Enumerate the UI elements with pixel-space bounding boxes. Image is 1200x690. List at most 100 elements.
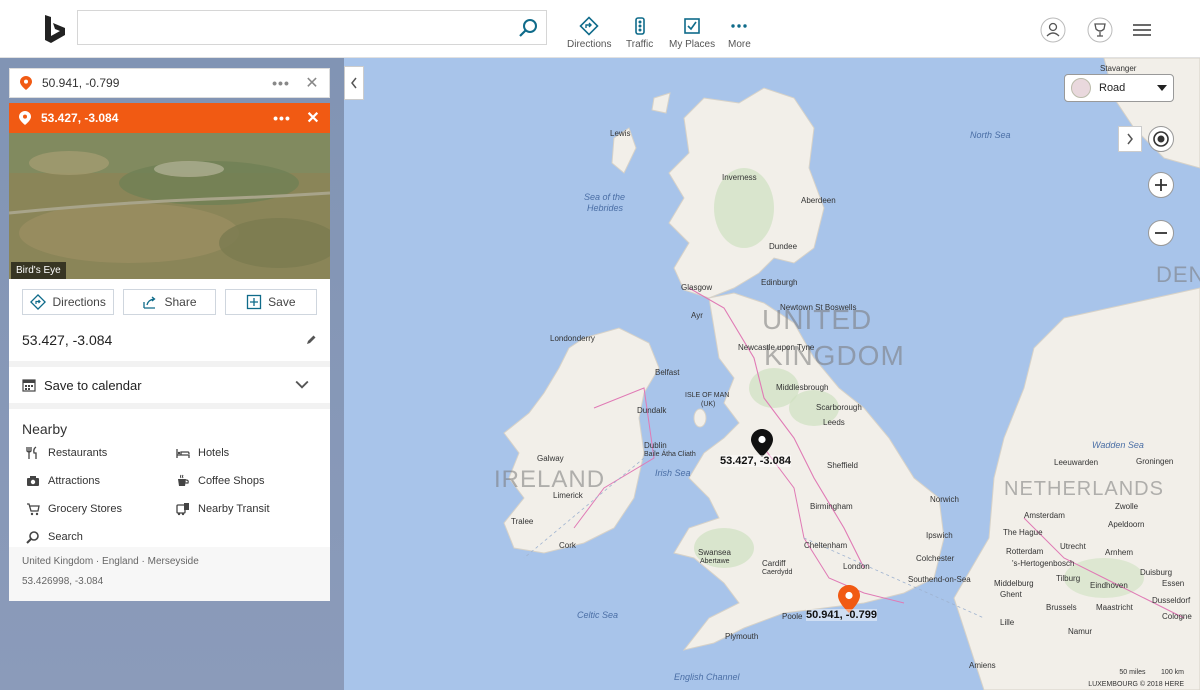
nearby-hotels[interactable]: Hotels <box>176 445 326 461</box>
city-isle-of-man-2: (UK) <box>701 401 716 408</box>
coffee-cup-icon <box>178 474 189 486</box>
city-belfast: Belfast <box>655 368 680 377</box>
city-aberdeen: Aberdeen <box>801 196 836 205</box>
top-bar: Directions Traffic My Places More <box>0 0 1200 58</box>
city-duisburg: Duisburg <box>1140 568 1173 577</box>
city-limerick: Limerick <box>553 491 583 500</box>
city-dublin-irish: Baile Átha Cliath <box>644 451 696 458</box>
city-cork: Cork <box>559 541 576 550</box>
edit-pencil-icon[interactable] <box>305 334 317 346</box>
nearby-hotels-label: Hotels <box>198 447 230 459</box>
nearby-attractions[interactable]: Attractions <box>26 473 176 489</box>
pin-entry-2[interactable]: 53.427, -3.084 ••• ✕ <box>9 103 330 133</box>
country-label-netherlands: NETHERLANDS <box>1004 478 1164 500</box>
bed-icon <box>176 449 190 458</box>
city-essen: Essen <box>1162 579 1185 588</box>
city-tralee: Tralee <box>511 517 534 526</box>
map-scale: 50 miles 100 km <box>1119 669 1184 676</box>
rewards-trophy-icon[interactable] <box>1087 17 1113 43</box>
city-scarborough: Scarborough <box>816 403 862 412</box>
map-pin-icon <box>19 111 31 125</box>
zoom-out-button[interactable] <box>1148 220 1174 246</box>
nearby-transit[interactable]: Nearby Transit <box>176 501 326 517</box>
zoom-in-button[interactable] <box>1148 172 1174 198</box>
share-icon <box>143 296 157 309</box>
city-stavanger: Stavanger <box>1100 64 1137 73</box>
search-box <box>77 10 547 45</box>
nearby-title: Nearby <box>22 421 68 437</box>
hamburger-menu-icon[interactable] <box>1129 17 1155 43</box>
save-to-calendar-row[interactable]: Save to calendar <box>9 367 330 403</box>
birds-eye-badge[interactable]: Bird's Eye <box>11 262 66 279</box>
shopping-cart-icon <box>27 503 40 516</box>
save-button[interactable]: Save <box>224 289 317 315</box>
city-norwich: Norwich <box>930 495 959 504</box>
pin-entry-1[interactable]: 50.941, -0.799 ••• ✕ <box>9 68 330 98</box>
map-canvas[interactable]: North Sea Sea of the Hebrides Irish Sea … <box>344 58 1200 690</box>
map-style-select[interactable]: Road <box>1064 74 1174 102</box>
bing-logo-icon[interactable] <box>42 14 68 44</box>
nav-traffic[interactable]: Traffic <box>626 16 653 50</box>
city-inverness: Inverness <box>722 173 757 182</box>
city-edinburgh: Edinburgh <box>761 278 798 287</box>
pin-entry-2-more-icon[interactable]: ••• <box>272 110 292 126</box>
sea-label-irish: Irish Sea <box>655 468 691 478</box>
chevron-down-icon[interactable] <box>295 378 309 392</box>
city-abertawe: Abertawe <box>700 558 730 565</box>
nearby-grocery-stores-label: Grocery Stores <box>48 503 122 515</box>
pin-entry-2-coords: 53.427, -3.084 <box>41 111 119 125</box>
city-ipswich: Ipswich <box>926 531 953 540</box>
nearby-coffee-shops[interactable]: Coffee Shops <box>176 473 326 489</box>
city-apeldoorn: Apeldoorn <box>1108 520 1145 529</box>
bus-icon <box>176 503 189 516</box>
share-button[interactable]: Share <box>123 289 216 315</box>
city-cheltenham: Cheltenham <box>804 541 848 550</box>
locate-me-button[interactable] <box>1148 126 1174 152</box>
sea-label-wadden: Wadden Sea <box>1092 440 1144 450</box>
chevron-right-icon <box>1127 133 1133 145</box>
city-glasgow: Glasgow <box>681 283 713 292</box>
city-cardiff: Cardiff <box>762 559 786 568</box>
city-maastricht: Maastricht <box>1096 603 1133 612</box>
city-s-hertogenbosch: 's-Hertogenbosch <box>1012 559 1075 568</box>
directions-button[interactable]: Directions <box>22 289 115 315</box>
city-ayr: Ayr <box>691 311 703 320</box>
city-london: London <box>843 562 870 571</box>
caret-down-icon <box>1157 85 1167 91</box>
collapse-panel-button[interactable] <box>344 66 364 100</box>
country-label-ireland: IRELAND <box>494 466 606 493</box>
birds-eye-photo[interactable]: Bird's Eye <box>9 133 330 279</box>
black-map-pin-icon[interactable] <box>751 429 773 457</box>
city-middelburg: Middelburg <box>994 579 1034 588</box>
precise-coords: 53.426998, -3.084 <box>22 576 104 587</box>
pin-entry-1-close-icon[interactable]: ✕ <box>305 73 319 93</box>
city-colchester: Colchester <box>916 554 955 563</box>
city-cologne: Cologne <box>1162 612 1192 621</box>
plus-icon <box>1155 179 1167 191</box>
pin-entry-1-more-icon[interactable]: ••• <box>271 75 291 91</box>
expand-controls-button[interactable] <box>1118 126 1142 152</box>
city-southend: Southend-on-Sea <box>908 575 971 584</box>
nav-my-places[interactable]: My Places <box>669 16 715 50</box>
city-utrecht: Utrecht <box>1060 542 1086 551</box>
search-input[interactable] <box>78 11 508 44</box>
city-tilburg: Tilburg <box>1056 574 1081 583</box>
camera-icon <box>27 476 39 486</box>
city-dundee: Dundee <box>769 242 798 251</box>
search-icon[interactable] <box>518 17 540 39</box>
nearby-search[interactable]: Search <box>26 529 176 545</box>
nearby-grocery-stores[interactable]: Grocery Stores <box>26 501 176 517</box>
city-zwolle: Zwolle <box>1115 502 1139 511</box>
nearby-restaurants[interactable]: Restaurants <box>26 445 176 461</box>
nav-more[interactable]: More <box>728 16 751 50</box>
directions-button-label: Directions <box>52 295 106 309</box>
card-coords-row: 53.427, -3.084 <box>9 315 330 351</box>
nav-directions[interactable]: Directions <box>567 16 611 50</box>
pin-entry-2-close-icon[interactable]: ✕ <box>306 108 320 128</box>
city-lewis: Lewis <box>610 129 631 138</box>
minus-icon <box>1155 232 1167 234</box>
city-amiens: Amiens <box>969 661 996 670</box>
search-icon <box>26 531 39 544</box>
account-icon[interactable] <box>1040 17 1066 43</box>
chevron-left-icon <box>351 77 357 89</box>
